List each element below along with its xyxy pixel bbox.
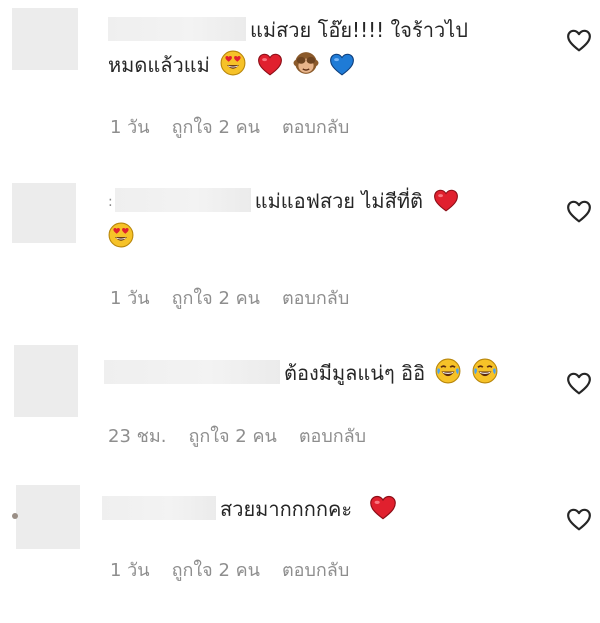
username-blurred[interactable] (108, 17, 246, 41)
avatar[interactable] (12, 8, 78, 70)
blue-heart-icon (329, 52, 355, 76)
comment-text: แม่แอฟสวย ไม่สีที่ติ (254, 189, 423, 213)
like-heart-icon[interactable] (566, 199, 592, 223)
comment-3: ต้องมีมูลแน่ๆ อิอิ 23 ชม. ถูกใจ 2 คน ตอบกล… (0, 335, 600, 475)
tears-of-joy-icon (435, 358, 461, 384)
likes-count-link[interactable]: ถูกใจ 2 คน (172, 288, 260, 309)
username-blurred[interactable] (114, 188, 251, 212)
comment-text: สวยมากกกกคะ (220, 497, 353, 521)
like-heart-icon[interactable] (566, 371, 592, 395)
comment-text: ต้องมีมูลแน่ๆ อิอิ (284, 361, 426, 385)
tears-of-joy-icon (472, 358, 498, 384)
comment-meta: 1 วัน ถูกใจ 2 คน ตอบกลับ (110, 555, 371, 584)
comment-line-2: หมดแล้วแม่ (108, 49, 548, 82)
comment-body: : แม่แอฟสวย ไม่สีที่ติ (108, 185, 548, 254)
red-heart-icon (257, 52, 283, 76)
reply-button[interactable]: ตอบกลับ (282, 560, 349, 581)
comment-body: สวยมากกกกคะ (102, 493, 542, 526)
likes-count-link[interactable]: ถูกใจ 2 คน (172, 560, 260, 581)
comment-line-1: แม่สวย โอ๊ย!!!! ใจร้าวไป (108, 14, 548, 47)
see-no-evil-monkey-icon (293, 50, 319, 76)
avatar-edge-detail (12, 513, 18, 519)
blur-edge: : (108, 194, 113, 210)
username-blurred[interactable] (102, 496, 216, 520)
comment-time: 23 ชม. (108, 426, 167, 447)
comment-body: แม่สวย โอ๊ย!!!! ใจร้าวไป หมดแล้วแม่ (108, 14, 548, 82)
heart-eyes-icon (108, 222, 134, 248)
comment-line-1: : แม่แอฟสวย ไม่สีที่ติ (108, 185, 548, 219)
comment-meta: 1 วัน ถูกใจ 2 คน ตอบกลับ (110, 283, 371, 312)
likes-count-link[interactable]: ถูกใจ 2 คน (172, 117, 260, 138)
avatar[interactable] (16, 485, 80, 549)
comment-text-continued: หมดแล้วแม่ (108, 53, 210, 77)
comment-1: แม่สวย โอ๊ย!!!! ใจร้าวไป หมดแล้วแม่ 1 วั… (0, 0, 600, 165)
heart-eyes-icon (220, 50, 246, 76)
likes-count-link[interactable]: ถูกใจ 2 คน (188, 426, 276, 447)
comment-line-2 (108, 221, 548, 254)
username-blurred[interactable] (104, 360, 280, 384)
comment-time: 1 วัน (110, 117, 150, 138)
like-heart-icon[interactable] (566, 507, 592, 531)
comment-meta: 1 วัน ถูกใจ 2 คน ตอบกลับ (110, 112, 371, 141)
comment-4: สวยมากกกกคะ 1 วัน ถูกใจ 2 คน ตอบกลับ (0, 475, 600, 623)
comment-line-1: สวยมากกกกคะ (102, 493, 542, 526)
red-heart-icon (433, 188, 459, 212)
comment-line-1: ต้องมีมูลแน่ๆ อิอิ (104, 357, 544, 390)
avatar[interactable] (12, 183, 76, 243)
reply-button[interactable]: ตอบกลับ (299, 426, 366, 447)
comment-text: แม่สวย โอ๊ย!!!! ใจร้าวไป (250, 18, 468, 42)
reply-button[interactable]: ตอบกลับ (282, 117, 349, 138)
comment-time: 1 วัน (110, 560, 150, 581)
comment-time: 1 วัน (110, 288, 150, 309)
reply-button[interactable]: ตอบกลับ (282, 288, 349, 309)
avatar[interactable] (14, 345, 78, 417)
red-heart-icon (369, 494, 397, 520)
comment-body: ต้องมีมูลแน่ๆ อิอิ (104, 357, 544, 390)
comment-2: : แม่แอฟสวย ไม่สีที่ติ 1 วัน ถูกใจ 2 คน ตอบ… (0, 165, 600, 335)
comment-meta: 23 ชม. ถูกใจ 2 คน ตอบกลับ (108, 421, 388, 450)
like-heart-icon[interactable] (566, 28, 592, 52)
